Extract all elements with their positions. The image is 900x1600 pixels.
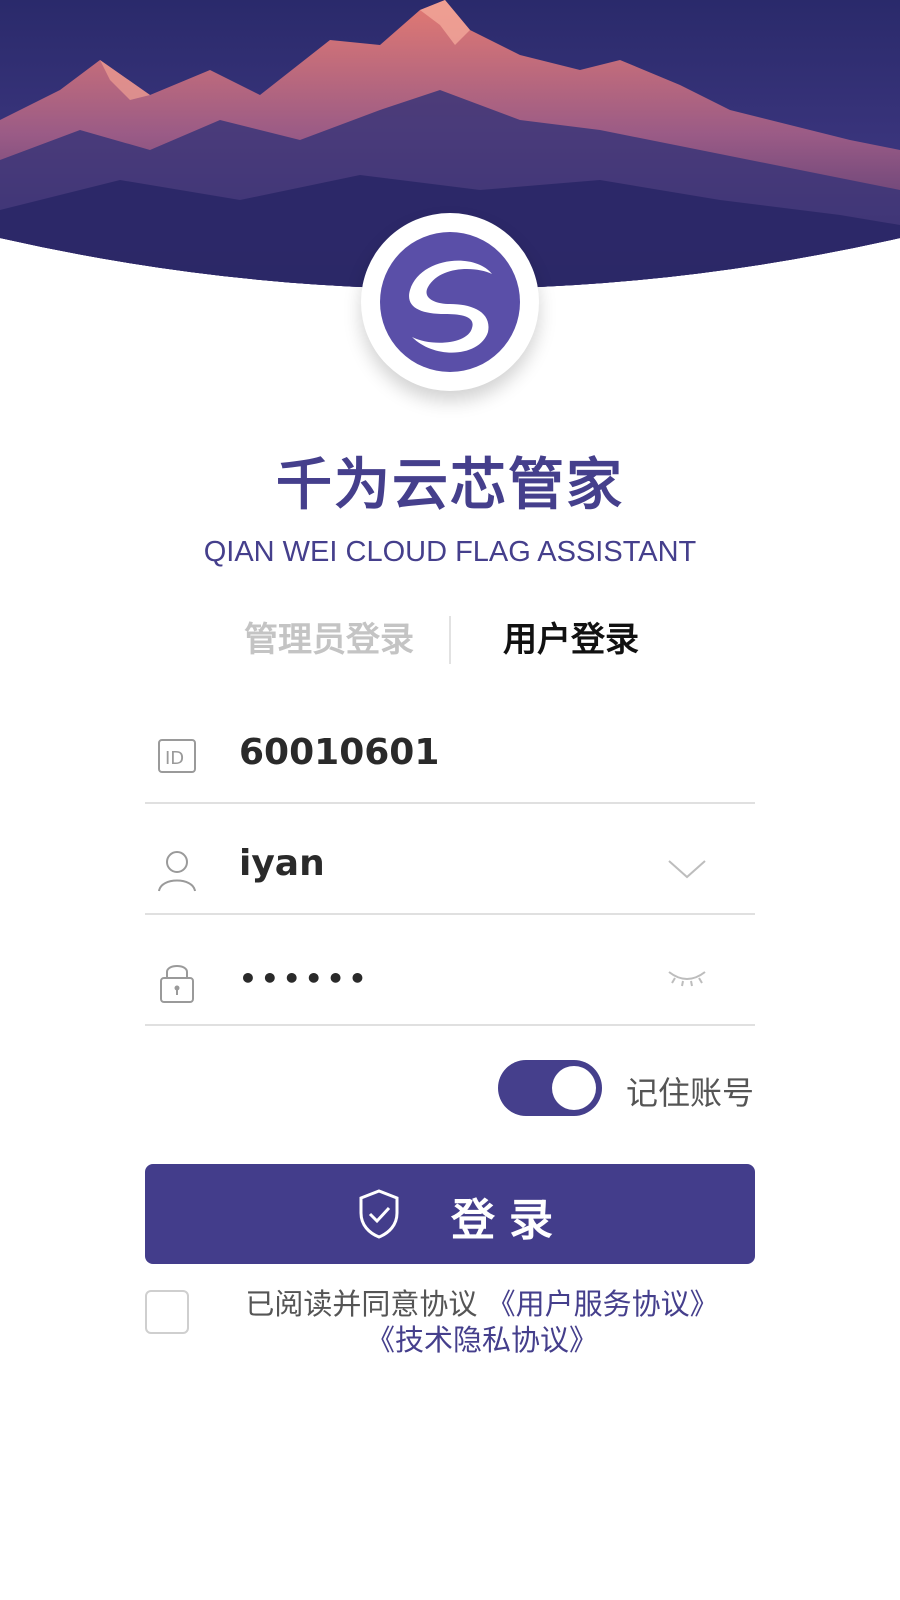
user-service-agreement-link[interactable]: 《用户服务协议》 [487,1287,719,1321]
agreement-checkbox[interactable] [145,1290,189,1334]
remember-label: 记住账号 [626,1074,755,1112]
tab-user-login[interactable]: 用户登录 [456,612,686,668]
toggle-knob [552,1066,596,1110]
login-button-label: 登录 [451,1196,567,1245]
username-input[interactable] [239,843,619,884]
swirl-logo-icon [380,232,520,372]
login-tabs: 管理员登录 用户登录 [0,612,900,668]
tab-divider [449,616,451,664]
agreement-text: 已阅读并同意协议 《用户服务协议》 《技术隐私协议》 [232,1286,732,1358]
agreement-prefix: 已阅读并同意协议 [245,1287,478,1321]
app-subtitle: QIAN WEI CLOUD FLAG ASSISTANT [203,536,697,568]
login-button[interactable]: 登录 [145,1164,755,1264]
app-title: 千为云芯管家 [276,453,624,518]
shield-check-icon [357,1189,401,1242]
username-field[interactable] [145,823,755,915]
password-input[interactable]: •••••• [239,962,619,995]
lock-icon [157,960,197,1008]
privacy-agreement-link[interactable]: 《技术隐私协议》 [366,1323,598,1357]
id-field[interactable]: ID [145,712,755,804]
remember-toggle[interactable] [498,1060,602,1116]
id-card-icon: ID [157,738,197,778]
svg-text:ID: ID [165,748,184,769]
id-input[interactable] [239,732,619,773]
user-icon [157,849,197,897]
chevron-down-icon[interactable] [667,857,707,885]
password-field[interactable]: •••••• [145,934,755,1026]
tab-admin-login[interactable]: 管理员登录 [214,612,444,668]
eye-closed-icon[interactable] [667,968,707,992]
app-logo [361,213,539,391]
